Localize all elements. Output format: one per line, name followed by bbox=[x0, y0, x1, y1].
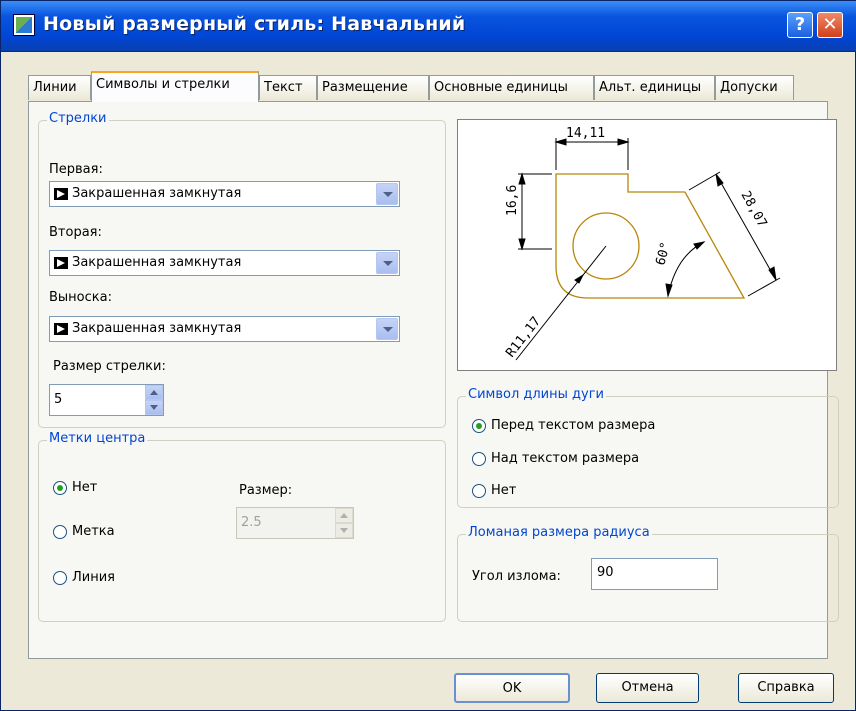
center-mark-none-label: Нет bbox=[72, 480, 98, 495]
tab-alt-units[interactable]: Альт. единицы bbox=[594, 75, 715, 100]
preview-radius: R11,17 bbox=[503, 314, 544, 360]
arrowhead-icon bbox=[54, 257, 68, 269]
first-arrow-value: Закрашенная замкнутая bbox=[72, 186, 242, 201]
center-marks-group-title: Метки центра bbox=[47, 431, 148, 446]
arc-symbol-none-label: Нет bbox=[491, 483, 517, 498]
leader-arrow-select[interactable]: Закрашенная замкнутая bbox=[49, 316, 400, 342]
tab-symbols-arrows[interactable]: Символы и стрелки bbox=[91, 71, 259, 102]
center-mark-mark-label: Метка bbox=[72, 524, 115, 539]
spin-up-icon[interactable] bbox=[145, 385, 163, 400]
second-arrow-value: Закрашенная замкнутая bbox=[72, 255, 242, 270]
help-button[interactable]: Справка bbox=[738, 673, 834, 703]
chevron-down-icon[interactable] bbox=[376, 183, 398, 205]
arrow-size-label: Размер стрелки: bbox=[53, 359, 166, 374]
first-arrow-label: Первая: bbox=[49, 162, 103, 177]
ok-button[interactable]: OK bbox=[454, 673, 570, 703]
center-mark-size-stepper[interactable]: 2.5 bbox=[236, 507, 354, 539]
center-mark-line-label: Линия bbox=[72, 570, 115, 585]
preview-angle: 60° bbox=[653, 240, 674, 267]
arrows-group-title: Стрелки bbox=[47, 111, 109, 126]
spin-down-icon[interactable] bbox=[335, 523, 353, 538]
radio-icon[interactable] bbox=[53, 571, 67, 585]
arrows-group: Стрелки Первая: Закрашенная замкнутая Вт… bbox=[38, 111, 446, 428]
radio-icon[interactable] bbox=[472, 484, 486, 498]
arrowhead-icon bbox=[54, 323, 68, 335]
second-arrow-select[interactable]: Закрашенная замкнутая bbox=[49, 250, 400, 276]
jog-angle-input[interactable]: 90 bbox=[591, 558, 718, 590]
chevron-down-icon[interactable] bbox=[376, 318, 398, 340]
dialog-window: Новый размерный стиль: Навчальний ? ✕ Ли… bbox=[0, 0, 856, 711]
dimension-preview-drawing: 14,11 16,6 28,07 60° R11,17 bbox=[503, 126, 781, 360]
jog-angle-value[interactable]: 90 bbox=[597, 565, 614, 580]
tab-lines[interactable]: Линии bbox=[28, 75, 91, 100]
center-mark-size-value[interactable]: 2.5 bbox=[241, 515, 262, 530]
jog-angle-label: Угол излома: bbox=[472, 569, 561, 584]
preview-pane: 14,11 16,6 28,07 60° R11,17 bbox=[457, 119, 837, 371]
preview-dim-top: 14,11 bbox=[566, 126, 605, 141]
spin-down-icon[interactable] bbox=[145, 400, 163, 415]
title-bar[interactable]: Новый размерный стиль: Навчальний ? ✕ bbox=[1, 1, 856, 52]
spin-up-icon[interactable] bbox=[335, 508, 353, 523]
arrow-size-value[interactable]: 5 bbox=[54, 392, 62, 407]
center-marks-group: Метки центра Нет Метка Линия Размер: 2.5 bbox=[38, 431, 446, 622]
first-arrow-select[interactable]: Закрашенная замкнутая bbox=[49, 181, 400, 207]
tab-tolerances[interactable]: Допуски bbox=[715, 75, 794, 100]
arrowhead-icon bbox=[54, 188, 68, 200]
close-icon[interactable]: ✕ bbox=[817, 12, 843, 38]
chevron-down-icon[interactable] bbox=[376, 252, 398, 274]
leader-arrow-value: Закрашенная замкнутая bbox=[72, 321, 242, 336]
second-arrow-label: Вторая: bbox=[49, 225, 102, 240]
leader-arrow-label: Выноска: bbox=[49, 290, 112, 305]
preview-dim-slant: 28,07 bbox=[738, 189, 770, 231]
arc-symbol-above-label: Над текстом размера bbox=[491, 451, 640, 466]
help-icon[interactable]: ? bbox=[787, 12, 813, 38]
radio-icon[interactable] bbox=[53, 525, 67, 539]
preview-dim-left: 16,6 bbox=[505, 185, 520, 216]
radius-jog-group: Ломаная размера радиуса Угол излома: 90 bbox=[457, 525, 839, 622]
tab-fit[interactable]: Размещение bbox=[317, 75, 429, 100]
arc-length-group-title: Символ длины дуги bbox=[466, 387, 606, 402]
tab-primary-units[interactable]: Основные единицы bbox=[429, 75, 594, 100]
window-title: Новый размерный стиль: Навчальний bbox=[43, 13, 466, 35]
arc-length-group: Символ длины дуги Перед текстом размера … bbox=[457, 387, 839, 508]
radio-icon[interactable] bbox=[472, 452, 486, 466]
tab-text[interactable]: Текст bbox=[259, 75, 317, 100]
cancel-button[interactable]: Отмена bbox=[596, 673, 699, 703]
tab-page: Стрелки Первая: Закрашенная замкнутая Вт… bbox=[28, 101, 839, 659]
preview-shape-outline bbox=[555, 173, 746, 299]
center-mark-size-label: Размер: bbox=[239, 483, 293, 498]
app-icon bbox=[13, 14, 35, 36]
radio-selected-icon[interactable] bbox=[472, 419, 486, 433]
arrow-size-stepper[interactable]: 5 bbox=[49, 384, 164, 416]
radio-selected-icon[interactable] bbox=[53, 481, 67, 495]
radius-jog-group-title: Ломаная размера радиуса bbox=[466, 525, 652, 540]
arc-symbol-before-label: Перед текстом размера bbox=[491, 418, 656, 433]
